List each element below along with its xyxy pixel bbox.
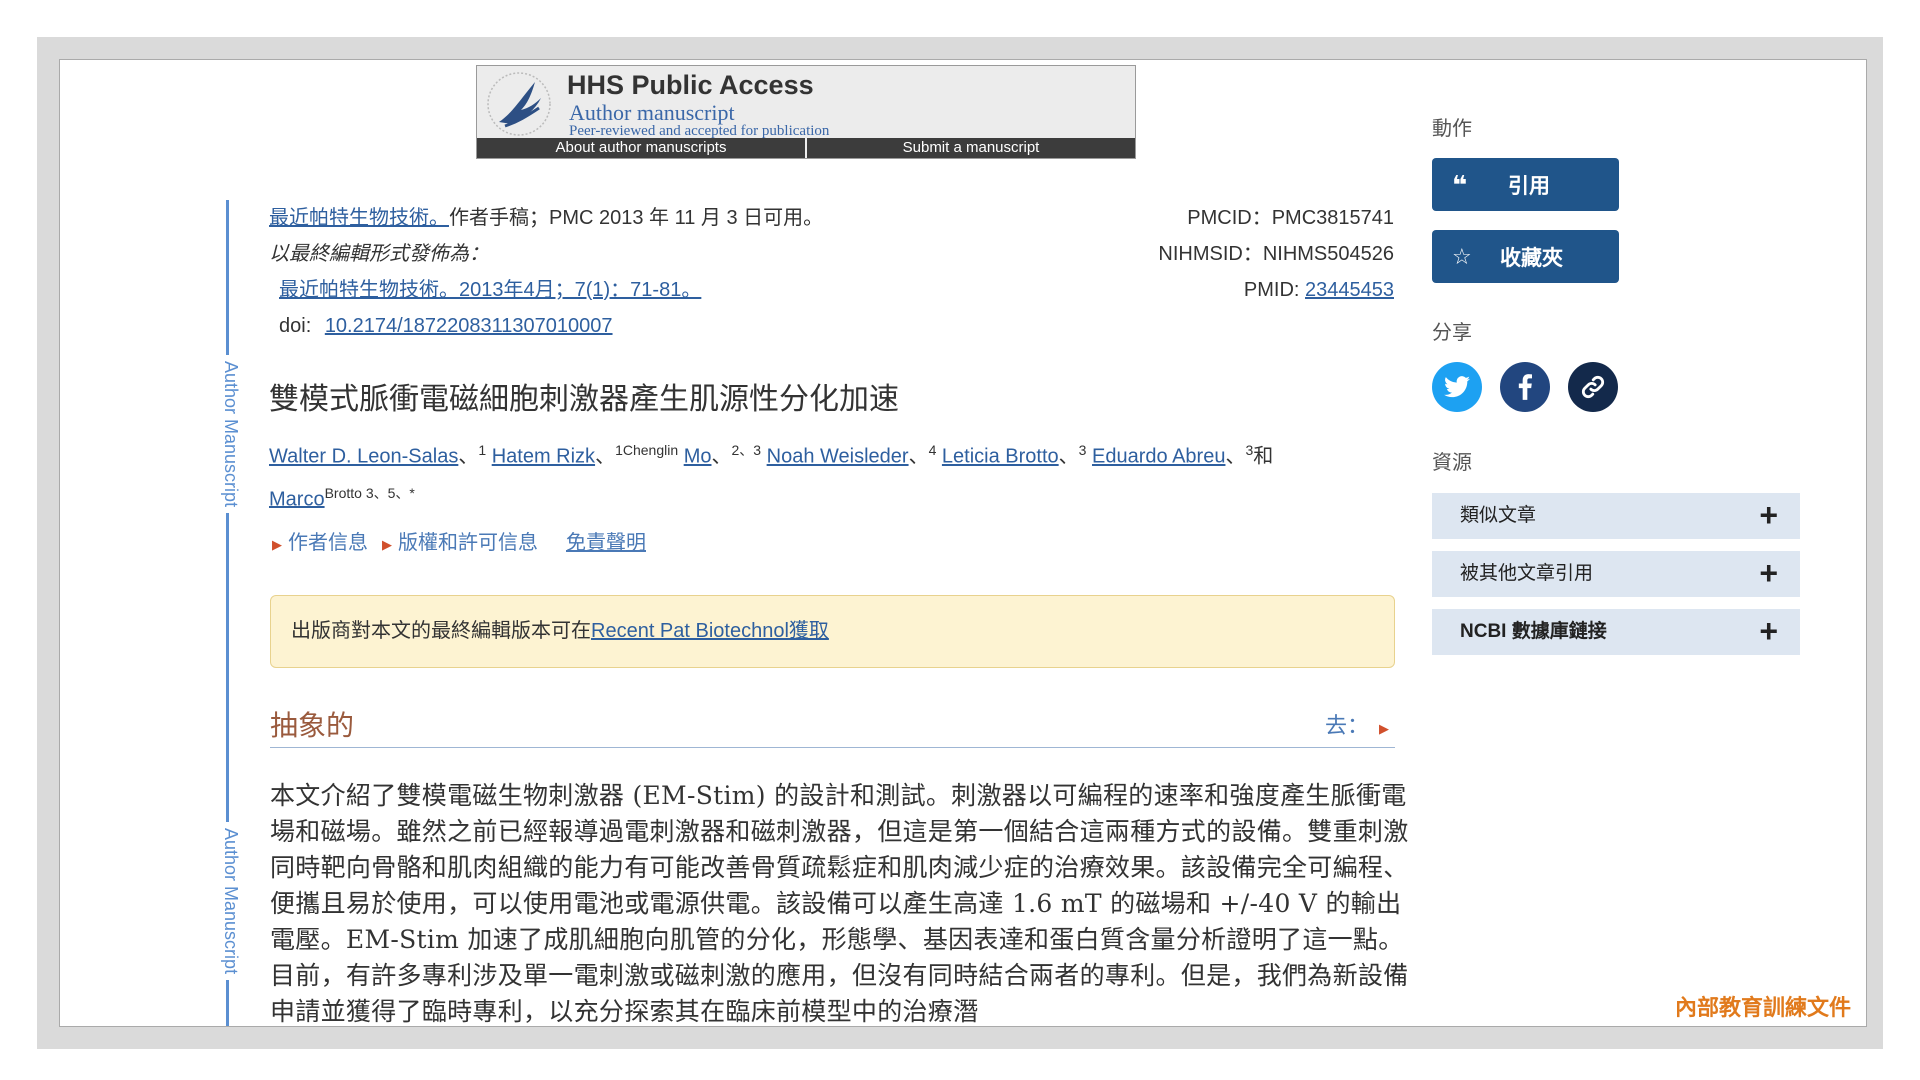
- resource-label: NCBI 數據庫鏈接: [1460, 621, 1607, 642]
- resources-label: 資源: [1432, 452, 1472, 474]
- copyright-info-toggle[interactable]: ▶ 版權和許可信息: [382, 526, 538, 555]
- goto-menu[interactable]: 去： ▶: [1325, 708, 1389, 740]
- author-affiliation: 3: [1078, 442, 1087, 458]
- facebook-share-button[interactable]: [1500, 362, 1550, 412]
- triangle-right-icon: ▶: [272, 537, 282, 552]
- collections-button-label: 收藏夾: [1500, 246, 1563, 270]
- author-link[interactable]: Leticia Brotto: [942, 446, 1059, 468]
- resource-ncbi-links[interactable]: NCBI 數據庫鏈接 +: [1432, 609, 1800, 655]
- resource-cited-by[interactable]: 被其他文章引用 +: [1432, 551, 1800, 597]
- twitter-icon: [1444, 376, 1470, 398]
- disclaimer-link[interactable]: 免責聲明: [566, 526, 646, 555]
- article-ids: PMCID：PMC3815741 NIHMSID：NIHMS504526 PMI…: [1158, 200, 1394, 308]
- publisher-version-link[interactable]: Recent Pat Biotechnol獲取: [591, 620, 829, 642]
- hhs-eagle-logo: [487, 72, 551, 136]
- article-title: 雙模式脈衝電磁細胞刺激器產生肌源性分化加速: [269, 382, 899, 417]
- copyright-info-label: 版權和許可信息: [398, 532, 538, 554]
- hhs-public-access-banner: HHS Public Access Author manuscript Peer…: [476, 65, 1136, 159]
- author-link[interactable]: Hatem Rizk: [492, 446, 595, 468]
- share-label: 分享: [1432, 322, 1472, 344]
- author-affiliation: Brotto 3、5、*: [324, 484, 415, 501]
- cite-button-label: 引用: [1508, 174, 1550, 198]
- author-link[interactable]: Noah Weisleder: [767, 446, 909, 468]
- author-manuscript-label-bottom: Author Manuscript: [215, 822, 241, 981]
- collections-button[interactable]: ☆ 收藏夾: [1432, 230, 1619, 283]
- journal-link[interactable]: 最近帕特生物技術。: [269, 207, 449, 229]
- author-link[interactable]: Marco: [269, 488, 325, 510]
- author-list: Walter D. Leon-Salas、1 Hatem Rizk、1Cheng…: [269, 442, 1274, 511]
- and-word: 和: [1253, 445, 1274, 468]
- doi-label: doi:: [279, 315, 312, 337]
- submit-manuscript-link[interactable]: Submit a manuscript: [807, 138, 1135, 158]
- triangle-right-icon: ▶: [1379, 721, 1389, 736]
- citation-block: 最近帕特生物技術。作者手稿；PMC 2013 年 11 月 3 日可用。 以最終…: [269, 200, 1394, 344]
- author-affiliation: 2、3: [731, 442, 762, 458]
- resource-similar-articles[interactable]: 類似文章 +: [1432, 493, 1800, 539]
- facebook-icon: [1518, 374, 1532, 400]
- pmid-label: PMID:: [1243, 279, 1300, 301]
- plus-icon: +: [1759, 613, 1778, 649]
- author-info-toggle[interactable]: ▶ 作者信息: [272, 526, 368, 555]
- star-icon: ☆: [1452, 243, 1472, 269]
- final-citation-link[interactable]: 最近帕特生物技術。2013年4月；7(1)：71-81。: [279, 279, 701, 301]
- article-meta-links: ▶ 作者信息 ▶ 版權和許可信息 免責聲明: [272, 526, 646, 555]
- doi-link[interactable]: 10.2174/1872208311307010007: [325, 315, 613, 337]
- resource-label: 類似文章: [1460, 505, 1537, 526]
- twitter-share-button[interactable]: [1432, 362, 1482, 412]
- author-affiliation: 4: [928, 442, 937, 458]
- author-affiliation: 1: [478, 442, 487, 458]
- abstract-section-header: 抽象的 去： ▶: [270, 700, 1395, 748]
- publisher-notice: 出版商對本文的最終編輯版本可在Recent Pat Biotechnol獲取: [270, 595, 1395, 668]
- actions-label: 動作: [1432, 118, 1472, 140]
- quote-icon: ❝: [1452, 169, 1468, 200]
- goto-label: 去：: [1324, 713, 1369, 738]
- article-page: HHS Public Access Author manuscript Peer…: [59, 59, 1867, 1027]
- author-given-name: Chenglin: [622, 442, 679, 458]
- nihmsid: NIHMSID：NIHMS504526: [1158, 243, 1394, 265]
- pmcid: PMCID：PMC3815741: [1187, 207, 1394, 229]
- resource-label: 被其他文章引用: [1460, 563, 1594, 584]
- banner-links: About author manuscripts Submit a manusc…: [477, 138, 1135, 158]
- plus-icon: +: [1759, 555, 1778, 591]
- copy-link-button[interactable]: [1568, 362, 1618, 412]
- author-link[interactable]: Eduardo Abreu: [1092, 446, 1225, 468]
- abstract-heading: 抽象的: [270, 709, 355, 742]
- abstract-text: 本文介紹了雙模電磁生物刺激器 (EM-Stim) 的設計和測試。刺激器以可編程的…: [270, 781, 1409, 1026]
- watermark: 內部教育訓練文件: [1675, 995, 1852, 1021]
- banner-title: HHS Public Access: [567, 70, 814, 100]
- author-manuscript-label-top: Author Manuscript: [215, 355, 241, 514]
- author-link[interactable]: Mo: [684, 446, 712, 468]
- author-link[interactable]: Walter D. Leon-Salas: [269, 446, 458, 468]
- plus-icon: +: [1759, 497, 1778, 533]
- link-icon: [1581, 375, 1605, 399]
- triangle-right-icon: ▶: [382, 537, 392, 552]
- about-author-manuscripts-link[interactable]: About author manuscripts: [477, 138, 807, 158]
- pmid-link[interactable]: 23445453: [1305, 279, 1394, 301]
- cite-button[interactable]: ❝ 引用: [1432, 158, 1619, 211]
- author-affiliation: 1: [615, 442, 623, 458]
- availability-text: 作者手稿；PMC 2013 年 11 月 3 日可用。: [449, 207, 824, 229]
- notice-text: 出版商對本文的最終編輯版本可在: [291, 620, 591, 642]
- author-info-label: 作者信息: [288, 532, 368, 554]
